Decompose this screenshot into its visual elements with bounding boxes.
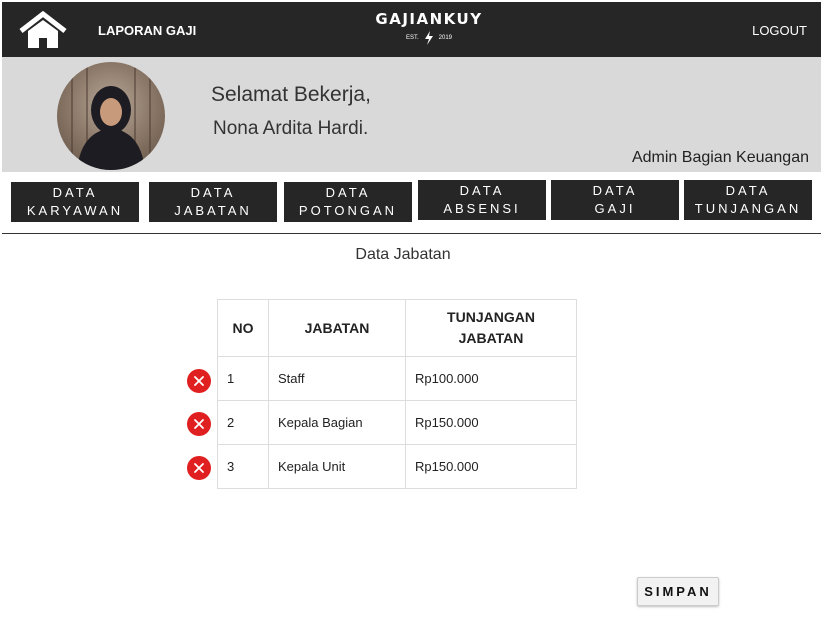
nav-data-gaji[interactable]: DATA GAJI xyxy=(551,180,679,220)
logout-link[interactable]: LOGOUT xyxy=(752,23,807,38)
greeting-text: Selamat Bekerja, xyxy=(211,83,371,106)
table-row: 1 Staff Rp100.000 xyxy=(217,356,577,401)
cell-jabatan: Staff xyxy=(268,356,406,401)
nav-label-line2: GAJI xyxy=(594,201,636,216)
report-link[interactable]: LAPORAN GAJI xyxy=(98,23,196,38)
cell-jabatan: Kepala Bagian xyxy=(268,400,406,445)
cell-tunjangan: Rp100.000 xyxy=(405,356,577,401)
close-icon xyxy=(194,463,204,473)
cell-no: 1 xyxy=(217,356,269,401)
nav-data-tunjangan[interactable]: DATA TUNJANGAN xyxy=(684,180,812,220)
cell-no: 3 xyxy=(217,444,269,489)
nav-label-line1: DATA xyxy=(190,185,236,200)
top-navbar: LAPORAN GAJI GAJIANKUY EST. 2019 LOGOUT xyxy=(2,2,821,57)
brand-logo: GAJIANKUY EST. 2019 xyxy=(367,10,491,45)
avatar xyxy=(57,62,165,170)
user-role: Admin Bagian Keuangan xyxy=(631,149,809,166)
nav-label-line2: JABATAN xyxy=(174,203,252,218)
brand-year: 2019 xyxy=(438,35,453,41)
table-row: 3 Kepala Unit Rp150.000 xyxy=(217,444,577,489)
cell-no: 2 xyxy=(217,400,269,445)
nav-label-line1: DATA xyxy=(52,185,98,200)
nav-label-line1: DATA xyxy=(325,185,371,200)
avatar-image xyxy=(71,62,151,170)
table-header-row: NO JABATAN TUNJANGAN JABATAN xyxy=(217,299,577,357)
nav-data-karyawan[interactable]: DATA KARYAWAN xyxy=(11,182,139,222)
cell-tunjangan: Rp150.000 xyxy=(405,400,577,445)
nav-label-line1: DATA xyxy=(459,183,505,198)
nav-data-absensi[interactable]: DATA ABSENSI xyxy=(418,180,546,220)
save-button[interactable]: SIMPAN xyxy=(637,577,719,606)
section-divider xyxy=(2,233,821,234)
nav-label-line2: POTONGAN xyxy=(298,203,398,218)
nav-data-jabatan[interactable]: DATA JABATAN xyxy=(149,182,277,222)
column-header-jabatan: JABATAN xyxy=(268,299,406,357)
column-header-tunjangan: TUNJANGAN JABATAN xyxy=(405,299,577,357)
brand-subtitle: EST. 2019 xyxy=(367,31,491,45)
nav-label-line2: TUNJANGAN xyxy=(694,201,802,216)
nav-label-line1: DATA xyxy=(725,183,771,198)
brand-est: EST. xyxy=(405,35,419,41)
delete-row-button[interactable] xyxy=(187,369,211,393)
delete-row-button[interactable] xyxy=(187,412,211,436)
delete-row-button[interactable] xyxy=(187,456,211,480)
table-row: 2 Kepala Bagian Rp150.000 xyxy=(217,400,577,445)
user-name: Nona Ardita Hardi. xyxy=(213,118,369,139)
home-icon xyxy=(19,10,67,48)
nav-label-line2: KARYAWAN xyxy=(26,203,124,218)
nav-data-potongan[interactable]: DATA POTONGAN xyxy=(284,182,412,222)
close-icon xyxy=(194,419,204,429)
page-title: Data Jabatan xyxy=(355,246,451,263)
cell-tunjangan: Rp150.000 xyxy=(405,444,577,489)
cell-jabatan: Kepala Unit xyxy=(268,444,406,489)
welcome-banner: Selamat Bekerja, Nona Ardita Hardi. Admi… xyxy=(2,57,821,172)
column-header-no: NO xyxy=(217,299,269,357)
jabatan-table: NO JABATAN TUNJANGAN JABATAN 1 Staff Rp1… xyxy=(217,299,577,489)
nav-label-line2: ABSENSI xyxy=(443,201,521,216)
brand-name: GAJIANKUY xyxy=(375,10,483,28)
home-button[interactable] xyxy=(18,10,68,51)
nav-label-line1: DATA xyxy=(592,183,638,198)
lightning-icon xyxy=(424,31,433,45)
close-icon xyxy=(194,376,204,386)
